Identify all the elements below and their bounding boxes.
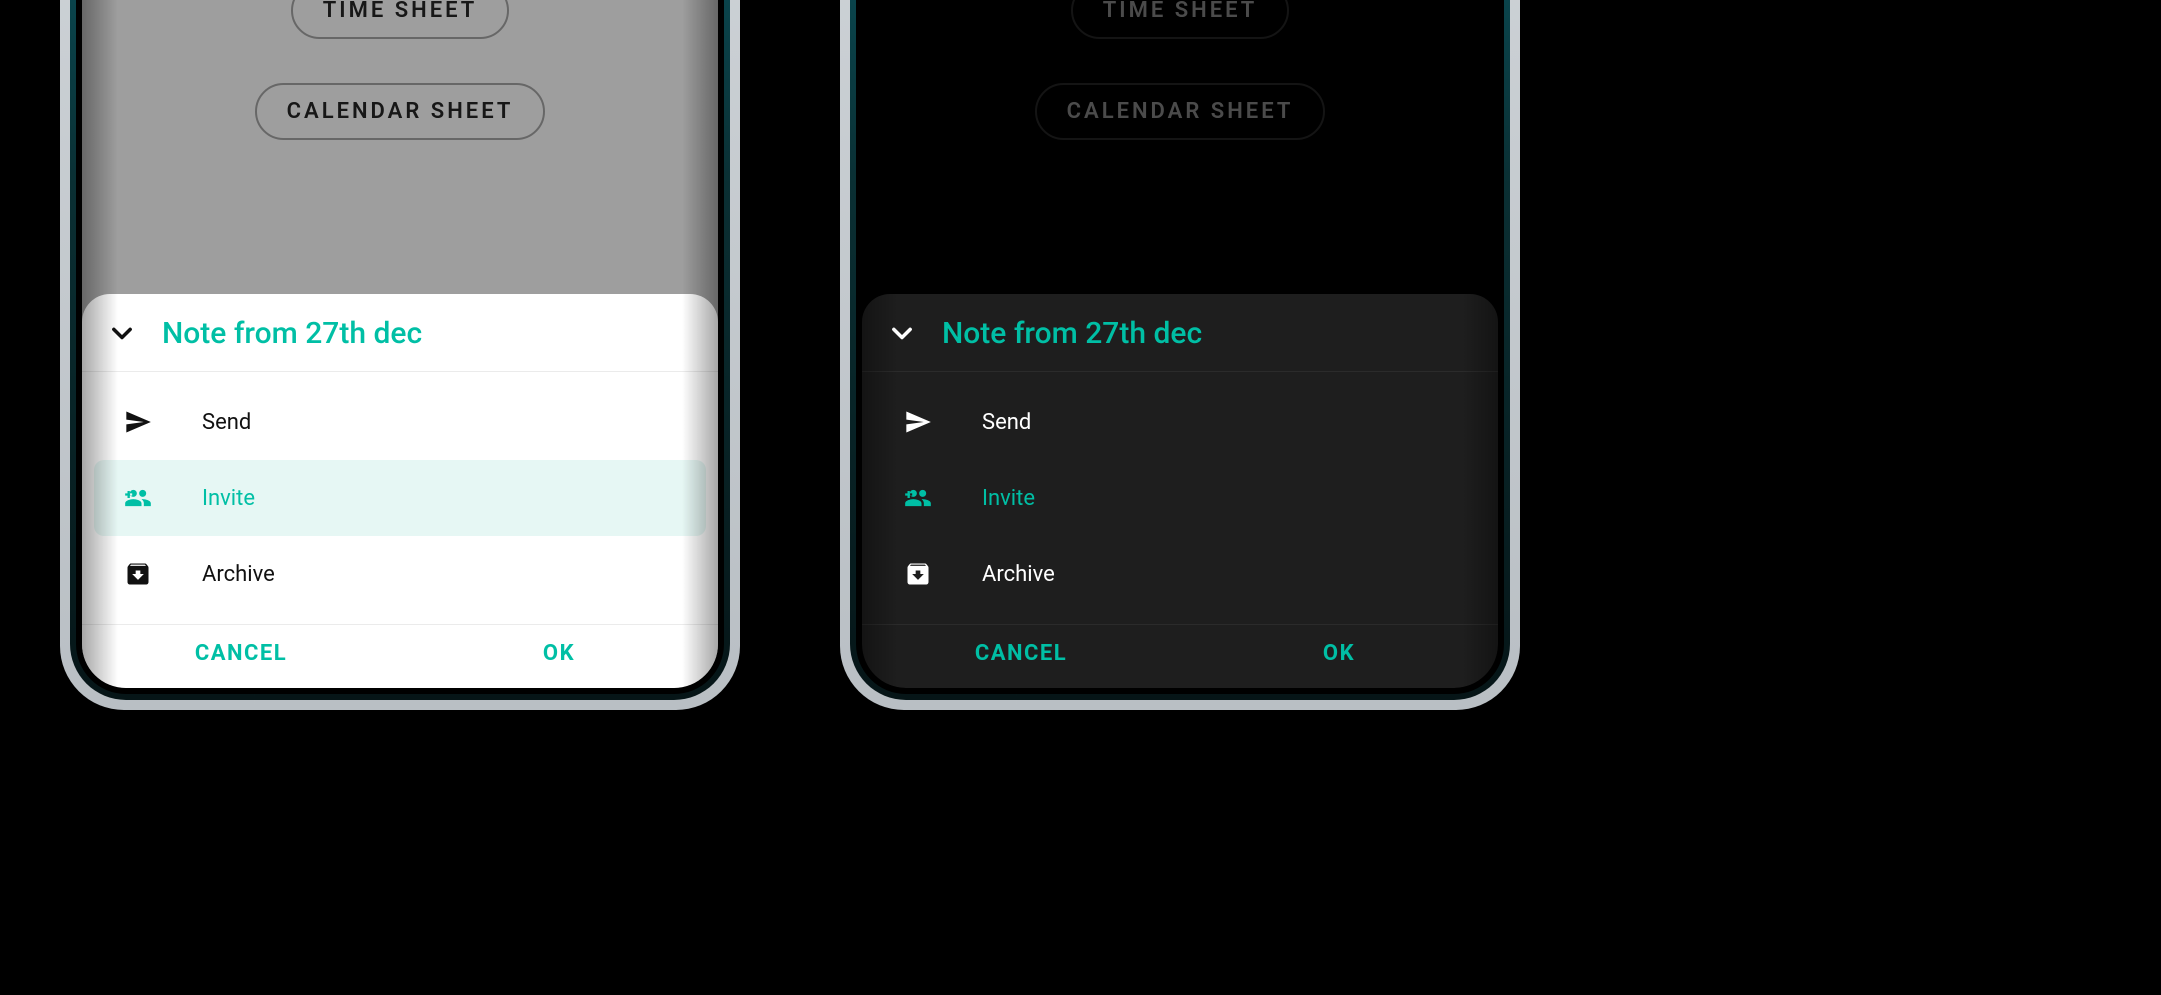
sheet-item-label: Archive xyxy=(202,562,275,587)
sheet-item-label: Invite xyxy=(982,486,1035,511)
archive-icon xyxy=(902,560,934,588)
sheet-item-label: Send xyxy=(982,410,1031,435)
sheet-item-label: Invite xyxy=(202,486,255,511)
sheet-item-label: Archive xyxy=(982,562,1055,587)
phone-mock-light: TIME SHEET CALENDAR SHEET Note from 27th… xyxy=(60,0,740,710)
sheet-header: Note from 27th dec xyxy=(82,294,718,372)
ok-button[interactable]: OK xyxy=(400,641,718,666)
sheet-list: Send Invite Archive xyxy=(82,372,718,624)
chevron-down-icon[interactable] xyxy=(888,320,916,348)
sheet-title: Note from 27th dec xyxy=(942,316,1202,351)
bottom-sheet: Note from 27th dec Send Invite xyxy=(862,294,1498,688)
sheet-actions: CANCEL OK xyxy=(82,624,718,688)
sheet-item-archive[interactable]: Archive xyxy=(874,536,1486,612)
archive-icon xyxy=(122,560,154,588)
send-icon xyxy=(902,408,934,436)
screen: TIME SHEET CALENDAR SHEET Note from 27th… xyxy=(862,0,1498,688)
sheet-item-label: Send xyxy=(202,410,251,435)
sheet-header: Note from 27th dec xyxy=(862,294,1498,372)
screen: TIME SHEET CALENDAR SHEET Note from 27th… xyxy=(82,0,718,688)
sheet-item-send[interactable]: Send xyxy=(874,384,1486,460)
phone-mock-dark: TIME SHEET CALENDAR SHEET Note from 27th… xyxy=(840,0,1520,710)
ok-button[interactable]: OK xyxy=(1180,641,1498,666)
sheet-item-invite[interactable]: Invite xyxy=(94,460,706,536)
chevron-down-icon[interactable] xyxy=(108,320,136,348)
sheet-item-invite[interactable]: Invite xyxy=(874,460,1486,536)
cancel-button[interactable]: CANCEL xyxy=(862,641,1180,666)
sheet-title: Note from 27th dec xyxy=(162,316,422,351)
sheet-actions: CANCEL OK xyxy=(862,624,1498,688)
sheet-list: Send Invite Archive xyxy=(862,372,1498,624)
invite-icon xyxy=(902,484,934,512)
sheet-item-archive[interactable]: Archive xyxy=(94,536,706,612)
sheet-item-send[interactable]: Send xyxy=(94,384,706,460)
cancel-button[interactable]: CANCEL xyxy=(82,641,400,666)
send-icon xyxy=(122,408,154,436)
invite-icon xyxy=(122,484,154,512)
bottom-sheet: Note from 27th dec Send Invite xyxy=(82,294,718,688)
